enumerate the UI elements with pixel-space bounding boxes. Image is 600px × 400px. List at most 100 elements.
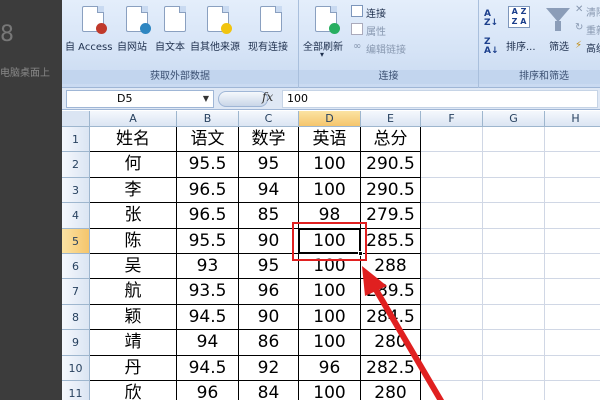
- table-cell[interactable]: 94: [239, 177, 299, 204]
- header-cell[interactable]: 语文: [177, 127, 239, 153]
- column-header-h[interactable]: H: [545, 111, 600, 127]
- column-header-c[interactable]: C: [239, 111, 299, 127]
- table-cell[interactable]: 张: [90, 203, 177, 229]
- empty-cell[interactable]: [483, 254, 545, 280]
- table-cell[interactable]: 85: [239, 203, 299, 229]
- empty-cell[interactable]: [421, 203, 483, 229]
- empty-cell[interactable]: [483, 177, 545, 204]
- row-header-2[interactable]: 2: [62, 152, 90, 178]
- table-cell[interactable]: 94: [177, 330, 239, 356]
- table-cell[interactable]: 靖: [90, 330, 177, 356]
- table-cell[interactable]: 95.5: [177, 228, 239, 254]
- table-cell[interactable]: 100: [299, 254, 361, 280]
- table-cell[interactable]: 95.5: [177, 152, 239, 178]
- table-cell[interactable]: 李: [90, 177, 177, 204]
- empty-cell[interactable]: [421, 177, 483, 204]
- empty-cell[interactable]: [483, 127, 545, 153]
- table-cell[interactable]: 98: [299, 203, 361, 229]
- table-cell[interactable]: 陈: [90, 228, 177, 254]
- column-header-f[interactable]: F: [421, 111, 483, 127]
- empty-cell[interactable]: [483, 355, 545, 381]
- header-cell[interactable]: 数学: [239, 127, 299, 153]
- table-cell[interactable]: 94.5: [177, 355, 239, 381]
- empty-cell[interactable]: [421, 381, 483, 400]
- empty-cell[interactable]: [421, 279, 483, 305]
- table-cell[interactable]: 289.5: [361, 279, 421, 305]
- table-cell[interactable]: 航: [90, 279, 177, 305]
- empty-cell[interactable]: [545, 254, 600, 280]
- table-cell[interactable]: 100: [299, 279, 361, 305]
- row-header-5[interactable]: 5: [62, 228, 90, 254]
- empty-cell[interactable]: [421, 330, 483, 356]
- table-cell[interactable]: 96: [299, 355, 361, 381]
- header-cell[interactable]: 总分: [361, 127, 421, 153]
- header-cell[interactable]: 姓名: [90, 127, 177, 153]
- table-cell[interactable]: 96.5: [177, 203, 239, 229]
- table-cell[interactable]: 282.5: [361, 355, 421, 381]
- name-box[interactable]: D5 ▼: [66, 90, 214, 108]
- table-cell[interactable]: 100: [299, 177, 361, 204]
- empty-cell[interactable]: [545, 356, 600, 381]
- empty-cell[interactable]: [545, 203, 600, 229]
- table-cell[interactable]: 吴: [90, 254, 177, 280]
- table-cell[interactable]: 90: [239, 228, 299, 254]
- table-cell[interactable]: 280: [361, 381, 421, 400]
- empty-cell[interactable]: [483, 381, 545, 400]
- table-cell[interactable]: 290.5: [361, 152, 421, 178]
- table-cell[interactable]: 欣: [90, 381, 177, 400]
- empty-cell[interactable]: [545, 279, 600, 305]
- column-header-a[interactable]: A: [90, 111, 177, 127]
- empty-cell[interactable]: [545, 229, 600, 254]
- empty-cell[interactable]: [545, 305, 600, 331]
- table-cell[interactable]: 颖: [90, 304, 177, 331]
- table-cell[interactable]: 何: [90, 152, 177, 178]
- empty-cell[interactable]: [483, 330, 545, 356]
- formula-input[interactable]: 100: [282, 90, 598, 108]
- empty-cell[interactable]: [421, 228, 483, 254]
- empty-cell[interactable]: [421, 127, 483, 153]
- column-header-g[interactable]: G: [483, 111, 545, 127]
- column-header-d[interactable]: D: [299, 111, 361, 127]
- column-header-e[interactable]: E: [361, 111, 421, 127]
- empty-cell[interactable]: [545, 127, 600, 153]
- table-cell[interactable]: 95: [239, 254, 299, 280]
- row-header-8[interactable]: 8: [62, 304, 90, 331]
- table-cell[interactable]: 290.5: [361, 177, 421, 204]
- empty-cell[interactable]: [545, 178, 600, 204]
- row-header-9[interactable]: 9: [62, 330, 90, 356]
- table-cell[interactable]: 93.5: [177, 279, 239, 305]
- table-cell[interactable]: 285.5: [361, 228, 421, 254]
- table-cell[interactable]: 丹: [90, 355, 177, 381]
- empty-cell[interactable]: [421, 254, 483, 280]
- table-cell[interactable]: 279.5: [361, 203, 421, 229]
- empty-cell[interactable]: [483, 304, 545, 331]
- table-cell[interactable]: 100: [299, 304, 361, 331]
- table-cell[interactable]: 96: [239, 279, 299, 305]
- empty-cell[interactable]: [545, 330, 600, 356]
- table-cell[interactable]: 90: [239, 304, 299, 331]
- table-cell[interactable]: 84: [239, 381, 299, 400]
- row-header-4[interactable]: 4: [62, 203, 90, 229]
- row-header-6[interactable]: 6: [62, 254, 90, 280]
- table-cell[interactable]: 100: [299, 228, 361, 254]
- table-cell[interactable]: 284.5: [361, 304, 421, 331]
- empty-cell[interactable]: [483, 228, 545, 254]
- select-all-corner[interactable]: [62, 111, 90, 127]
- empty-cell[interactable]: [421, 304, 483, 331]
- name-box-dropdown-icon[interactable]: ▼: [203, 91, 209, 107]
- table-cell[interactable]: 288: [361, 254, 421, 280]
- table-cell[interactable]: 93: [177, 254, 239, 280]
- empty-cell[interactable]: [483, 279, 545, 305]
- table-cell[interactable]: 100: [299, 330, 361, 356]
- table-cell[interactable]: 100: [299, 381, 361, 400]
- table-cell[interactable]: 100: [299, 152, 361, 178]
- row-header-3[interactable]: 3: [62, 177, 90, 204]
- header-cell[interactable]: 英语: [299, 127, 361, 153]
- table-cell[interactable]: 86: [239, 330, 299, 356]
- empty-cell[interactable]: [545, 152, 600, 178]
- empty-cell[interactable]: [545, 381, 600, 400]
- row-header-1[interactable]: 1: [62, 127, 90, 153]
- empty-cell[interactable]: [483, 152, 545, 178]
- empty-cell[interactable]: [421, 152, 483, 178]
- row-header-7[interactable]: 7: [62, 279, 90, 305]
